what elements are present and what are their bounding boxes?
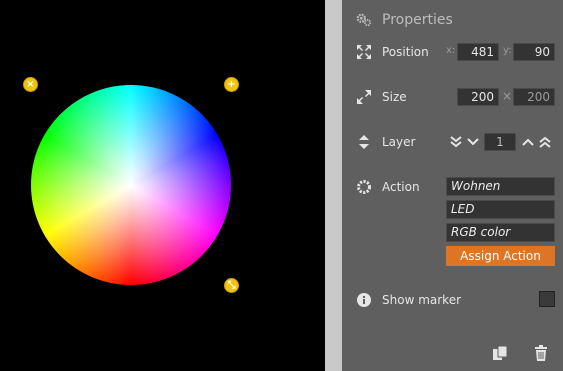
layer-input[interactable]: 1	[484, 133, 516, 151]
assign-action-button[interactable]: Assign Action	[446, 246, 555, 266]
action-label: Action	[382, 180, 420, 194]
action-item-rgb-color[interactable]: RGB color	[446, 223, 555, 242]
position-label: Position	[382, 45, 429, 59]
add-handle-icon[interactable]: +	[224, 77, 239, 92]
move-icon	[356, 44, 372, 60]
layer-row: Layer 1	[342, 131, 563, 155]
canvas-area[interactable]: × + ⤡	[0, 0, 325, 371]
size-label: Size	[382, 90, 407, 104]
gears-icon	[356, 12, 372, 28]
layer-top-icon[interactable]	[537, 133, 553, 151]
properties-panel: Properties Position x: 481 y: 90 Size 20…	[342, 0, 563, 371]
y-axis-label: y:	[503, 45, 512, 56]
sort-icon	[356, 134, 372, 150]
copy-icon[interactable]	[492, 344, 508, 362]
layer-up-icon[interactable]	[520, 133, 536, 151]
show-marker-label: Show marker	[382, 293, 462, 307]
expand-icon	[356, 89, 372, 105]
height-input[interactable]: 200	[513, 88, 555, 106]
size-row: Size 200 × 200	[342, 86, 563, 110]
layer-label: Layer	[382, 135, 416, 149]
action-item-led[interactable]: LED	[446, 200, 555, 219]
position-row: Position x: 481 y: 90	[342, 41, 563, 65]
layer-down-icon[interactable]	[465, 133, 481, 151]
position-y-input[interactable]: 90	[513, 43, 555, 61]
panel-divider[interactable]	[325, 0, 342, 371]
info-icon	[356, 292, 372, 308]
gear-icon	[356, 179, 372, 195]
panel-title: Properties	[382, 12, 453, 28]
action-item-wohnen[interactable]: Wohnen	[446, 177, 555, 196]
show-marker-row: Show marker	[342, 290, 563, 314]
resize-handle-icon[interactable]: ⤡	[224, 278, 239, 293]
remove-handle-icon[interactable]: ×	[23, 77, 38, 92]
layer-bottom-icon[interactable]	[448, 133, 464, 151]
show-marker-checkbox[interactable]	[539, 291, 555, 307]
size-separator: ×	[502, 89, 513, 103]
x-axis-label: x:	[446, 45, 456, 56]
trash-icon[interactable]	[533, 344, 549, 362]
panel-header: Properties	[342, 10, 563, 34]
color-wheel[interactable]	[31, 85, 231, 285]
width-input[interactable]: 200	[457, 88, 499, 106]
position-x-input[interactable]: 481	[457, 43, 499, 61]
